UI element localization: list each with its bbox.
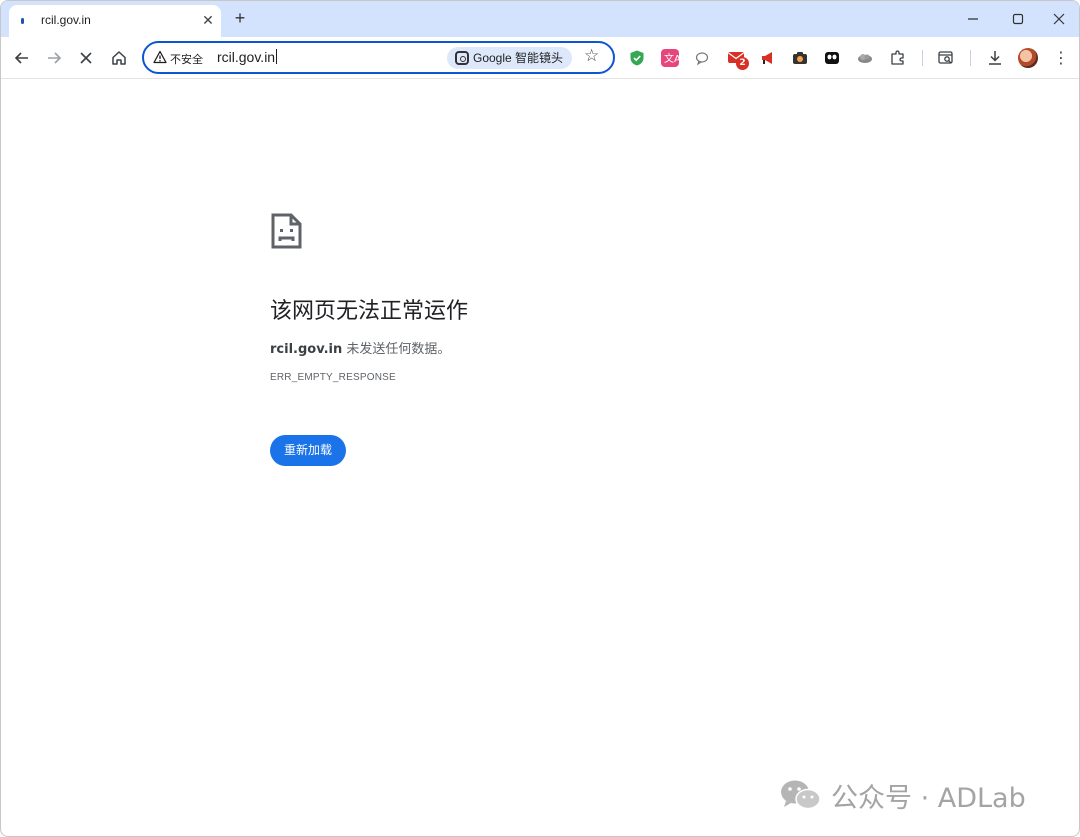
megaphone-icon[interactable] [759,49,777,67]
translate-icon[interactable]: 文A [661,49,681,67]
cloud-icon[interactable] [856,49,874,67]
google-lens-button[interactable]: Google 智能镜头 [447,47,573,69]
reload-button[interactable]: 重新加载 [270,435,346,466]
favicon-icon [21,18,24,24]
toolbar-divider [922,50,923,66]
minimize-icon [968,18,978,20]
watermark-text: 公众号 · ADLab [831,782,1026,814]
mail-badge: 2 [736,57,749,70]
tab-strip: rcil.gov.in ✕ + [1,1,1079,37]
maximize-icon [1012,13,1024,25]
camera-icon[interactable] [791,49,809,67]
back-button[interactable] [7,43,37,73]
arrow-left-icon [14,52,28,64]
home-button[interactable] [104,43,134,73]
browser-window: rcil.gov.in ✕ + 不安全 rcil.gov.in Google 智… [0,0,1080,837]
puzzle-icon[interactable] [889,49,907,67]
profile-avatar[interactable] [1018,48,1038,68]
toolbar: 不安全 rcil.gov.in Google 智能镜头 ☆ 文A 2 [1,37,1079,79]
warning-icon[interactable] [153,50,167,64]
text-caret [276,49,278,64]
tab-active[interactable]: rcil.gov.in ✕ [9,5,221,37]
tab-close-icon[interactable]: ✕ [199,11,217,29]
arrow-right-icon [48,52,62,64]
security-label[interactable]: 不安全 [170,51,203,67]
mail-icon[interactable]: 2 [727,49,749,70]
svg-text:文A: 文A [664,52,679,65]
chat-bubble-icon[interactable] [693,49,711,67]
watermark: 公众号 · ADLab [779,776,1026,814]
wechat-logo-icon [781,780,821,810]
address-bar[interactable]: 不安全 rcil.gov.in Google 智能镜头 ☆ [142,41,615,74]
url-value: rcil.gov.in [217,49,276,65]
window-close-button[interactable] [1044,7,1074,31]
error-message: 未发送任何数据。 [342,342,451,357]
error-title: 该网页无法正常运作 [270,299,469,324]
shield-check-icon[interactable] [628,49,646,67]
maximize-button[interactable] [1003,7,1033,31]
tab-search-icon[interactable] [937,49,955,67]
new-tab-button[interactable]: + [230,8,250,28]
error-code: ERR_EMPTY_RESPONSE [270,372,396,383]
download-icon[interactable] [986,49,1004,67]
close-icon [1053,13,1065,25]
tab-title: rcil.gov.in [41,13,91,27]
mask-icon[interactable] [823,49,841,67]
bookmark-star-icon[interactable]: ☆ [584,46,599,66]
broken-page-icon [271,213,302,249]
stop-icon [80,52,92,64]
menu-kebab-icon[interactable]: ⋮ [1051,45,1071,71]
stop-button[interactable] [71,43,101,73]
minimize-button[interactable] [958,7,988,31]
error-host: rcil.gov.in [270,342,343,357]
forward-button[interactable] [39,43,69,73]
toolbar-divider [970,50,971,66]
error-description: rcil.gov.in 未发送任何数据。 [270,338,450,357]
lens-icon [455,51,469,65]
home-icon [112,51,126,65]
lens-label: Google 智能镜头 [473,51,564,65]
url-text[interactable]: rcil.gov.in [217,49,278,65]
